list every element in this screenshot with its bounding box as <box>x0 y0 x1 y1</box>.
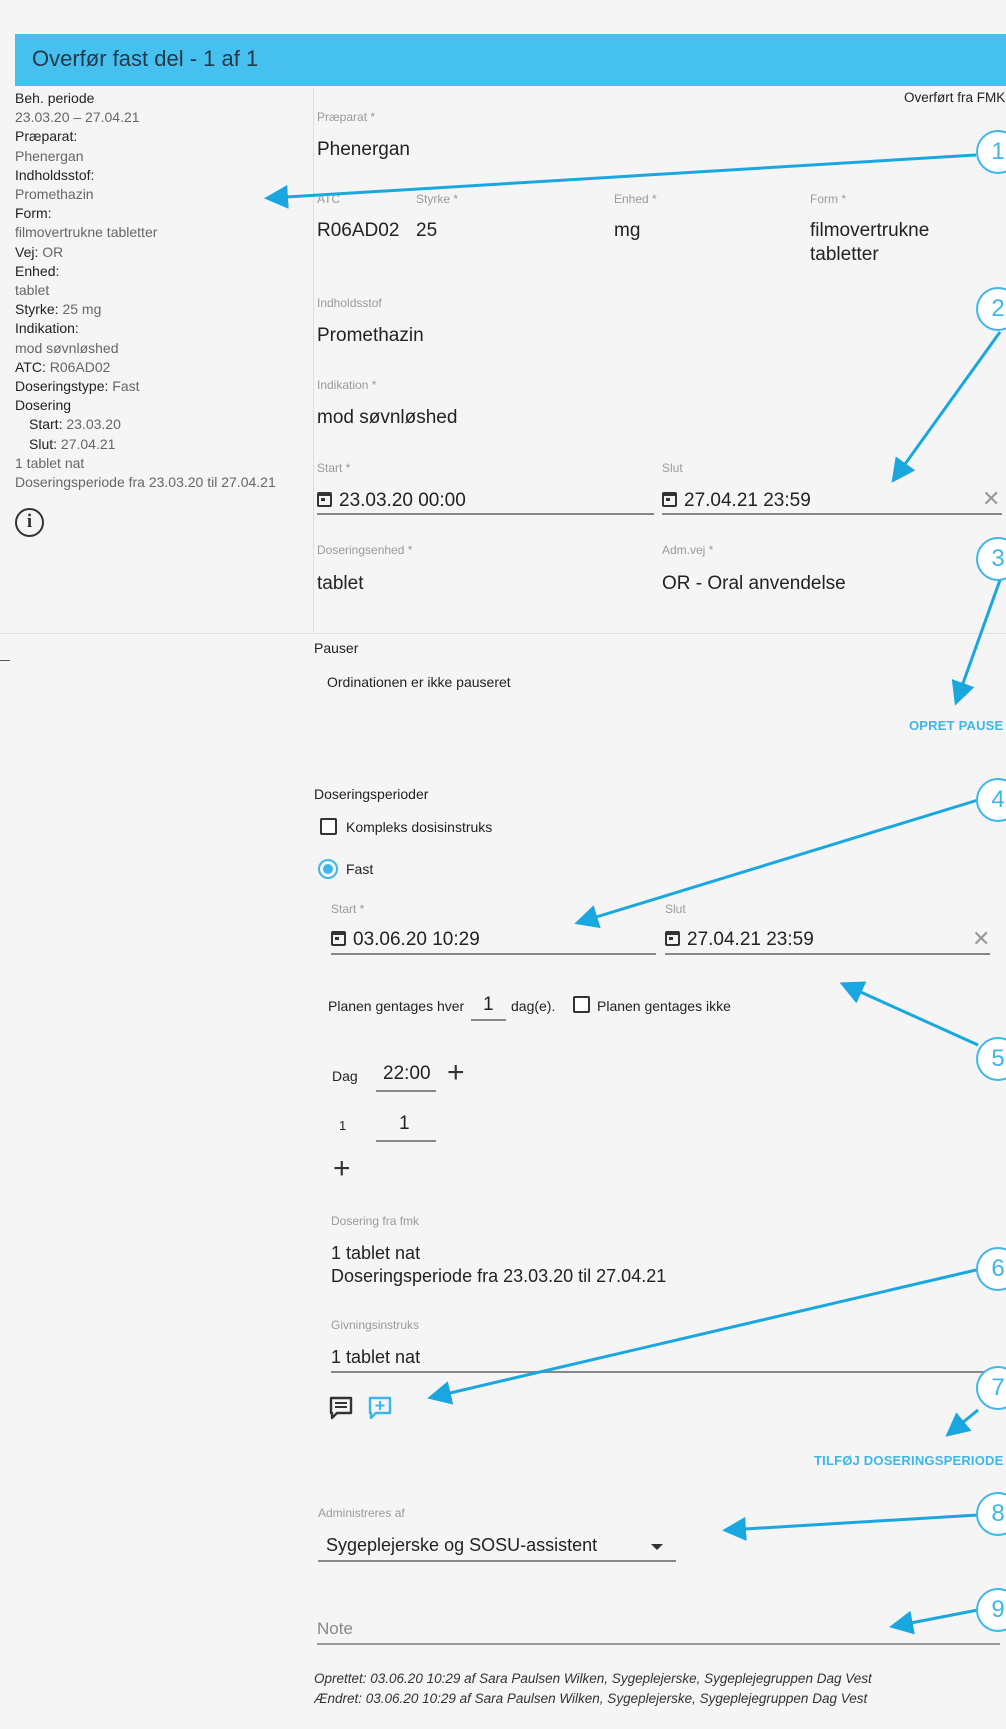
callout-arrows <box>264 153 1002 1635</box>
